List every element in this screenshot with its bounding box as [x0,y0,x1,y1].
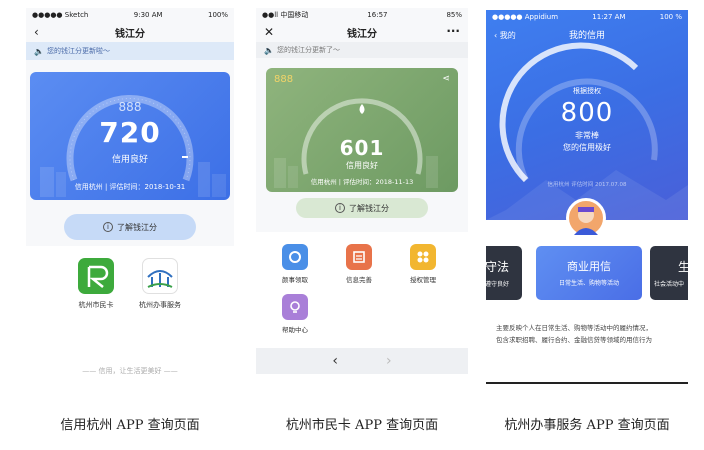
status-bar: ●●●●● Sketch 9:30 AM 100% [26,8,234,22]
close-icon[interactable]: ✕ [264,25,274,39]
slogan-label: 信用，让生活更美好 [98,367,162,375]
carrier-text: ●●●●● Sketch [32,11,89,19]
time-text: 16:57 [367,11,388,19]
help-icon[interactable] [282,294,308,320]
credit-description: 您的信用极好 [563,143,611,152]
grid-label-auth: 授权管理 [410,276,436,284]
update-notice: 🔈 您的钱江分更新了～ [256,42,468,58]
speaker-icon: 🔈 [34,46,44,56]
learn-more-button[interactable]: i 了解钱江分 [296,198,428,218]
evaluation-footer: 信用杭州 | 评估时间：2018-10-31 [74,183,186,191]
score-value: 601 [339,136,385,160]
credit-level: 信用良好 [346,161,378,170]
description-line-1: 主要反映个人在日常生活、购物等活动中的履约情况， [496,324,652,332]
caption-gov-service: 杭州办事服务 APP 查询页面 [504,418,670,433]
category-card-law[interactable]: 守法 遵守良好 [486,246,522,300]
time-text: 9:30 AM [133,11,163,19]
gov-service-label: 杭州办事服务 [139,301,181,309]
info-complete-icon[interactable] [346,244,372,270]
score-value: 800 [560,98,614,128]
screen-gov-service: ●●●●● Appidium 11:27 AM 100 % ‹ 我的 我的信用 … [486,10,688,384]
screen-xinyong-hangzhou: ●●●●● Sketch 9:30 AM 100% ‹ 钱江分 🔈 您的钱江分更… [26,8,234,376]
score-value: 720 [99,116,161,149]
avatar-figure [574,207,598,235]
bottom-divider [486,382,688,384]
citizen-card-app-icon[interactable] [78,258,114,294]
score-card: 888 720 信用良好 信用杭州 | 评估时间：2018-10-31 [30,72,230,200]
authorization-text: 根据授权 [573,87,601,95]
citizen-card-logo [87,265,109,288]
credit-level: 非常棒 [575,131,599,140]
caption-xinyong-hangzhou: 信用杭州 APP 查询页面 [60,418,200,433]
notice-text: 您的钱江分更新啦～ [46,47,110,55]
law-title: 守法 [486,260,509,274]
learn-more-button[interactable]: i 了解钱江分 [64,214,196,240]
grid-label-help: 帮助中心 [282,326,308,334]
grid-label-info: 信息完善 [346,276,372,284]
page-title: 钱江分 [115,28,145,40]
slogan-text: —— 信用，让生活更美好 —— [82,367,178,375]
evaluation-footer: 信用杭州 评估时间 2017.07.08 [547,182,627,188]
battery-text: 85% [446,11,462,19]
speaker-icon: 🔈 [264,45,274,55]
notice-text: 您的钱江分更新了～ [276,46,340,54]
prev-page-icon[interactable]: ‹ [332,353,338,369]
page-title: 钱江分 [347,28,377,40]
badge-text: 888 [274,74,294,85]
commerce-sub: 日常生活、购物等活动 [558,280,619,287]
info-icon: i [335,203,345,213]
status-bar: ●●ll 中国移动 16:57 85% [256,8,468,22]
info-icon: i [103,222,113,232]
learn-more-label: 了解钱江分 [349,203,389,213]
learn-more-label: 了解钱江分 [117,222,157,232]
nav-bar: ‹ 钱江分 [26,22,234,42]
life-title: 生 [678,260,688,274]
gov-service-app-icon[interactable] [142,258,178,294]
benefit-icon[interactable] [282,244,308,270]
commerce-title: 商业用信 [567,260,611,273]
evaluation-footer: 信用杭州 | 评估时间：2018-11-13 [310,178,414,186]
grid-label-benefit: 颜事领取 [282,276,308,284]
carrier-text: ●●ll 中国移动 [262,11,309,19]
credit-level: 信用良好 [111,155,148,165]
law-sub: 遵守良好 [486,281,509,288]
score-card: 888 ⋖ 601 信用良好 信用杭州 | 评估时间：2018-11-13 [266,68,458,192]
gov-service-logo [147,270,173,288]
next-page-icon[interactable]: › [386,353,392,369]
pager-bar: ‹ › [256,348,468,374]
share-icon[interactable]: ⋖ [442,74,450,84]
more-icon[interactable]: ··· [446,24,460,38]
citizen-card-label: 杭州市民卡 [78,301,114,309]
life-sub: 社会活动中 [654,281,685,288]
category-card-commerce[interactable]: 商业用信 日常生活、购物等活动 [536,246,642,300]
app-panel [26,246,234,376]
category-description: 主要反映个人在日常生活、购物等活动中的履约情况， 包含求职招聘、履行合约、金融信… [496,322,684,346]
category-card-life[interactable]: 生 社会活动中 [650,246,688,300]
nav-bar: ✕ 钱江分 ··· [256,22,468,42]
caption-citizen-card: 杭州市民卡 APP 查询页面 [285,418,439,433]
description-line-2: 包含求职招聘、履行合约、金融信贷等领域的用信行为 [496,336,652,344]
authorization-icon[interactable] [410,244,436,270]
badge-text: 888 [118,100,142,114]
screen-citizen-card: ●●ll 中国移动 16:57 85% ✕ 钱江分 ··· 🔈 您的钱江分更新了… [256,8,468,374]
score-dial [274,98,438,188]
back-icon[interactable]: ‹ [34,25,39,39]
avatar[interactable] [566,198,606,238]
update-notice: 🔈 您的钱江分更新啦～ [26,42,234,60]
battery-text: 100% [207,11,228,19]
